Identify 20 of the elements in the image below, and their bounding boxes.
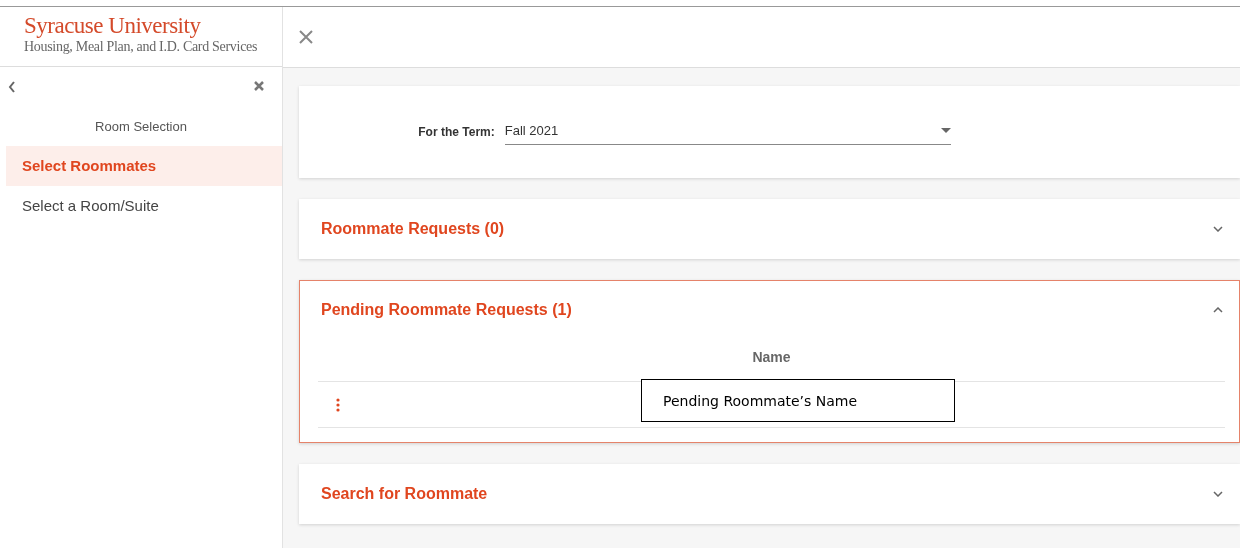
- chevron-up-icon[interactable]: [1213, 307, 1223, 313]
- sidebar-item[interactable]: Select Roommates: [6, 146, 282, 186]
- university-title: Syracuse University: [24, 13, 202, 39]
- term-label: For the Term:: [418, 125, 495, 139]
- close-icon[interactable]: [254, 81, 264, 91]
- sidebar-item[interactable]: Select a Room/Suite: [0, 186, 282, 226]
- back-icon[interactable]: [8, 81, 16, 93]
- chevron-down-icon[interactable]: [1213, 226, 1223, 232]
- more-options-icon[interactable]: [336, 397, 340, 412]
- section-title[interactable]: Pending Roommate Requests (1): [321, 301, 572, 319]
- name-label: Pending Roommate’s Name: [641, 379, 955, 422]
- close-icon[interactable]: [299, 30, 313, 44]
- term-select[interactable]: Fall 2021: [504, 119, 951, 145]
- department-subtitle: Housing, Meal Plan, and I.D. Card Services: [24, 39, 259, 55]
- column-header: Name: [752, 349, 791, 365]
- dropdown-caret-icon[interactable]: [940, 128, 951, 133]
- sidebar-heading: Room Selection: [94, 119, 188, 134]
- section-title[interactable]: Roommate Requests (0): [321, 220, 505, 238]
- section-title[interactable]: Search for Roommate: [321, 485, 488, 503]
- chevron-down-icon[interactable]: [1213, 491, 1223, 497]
